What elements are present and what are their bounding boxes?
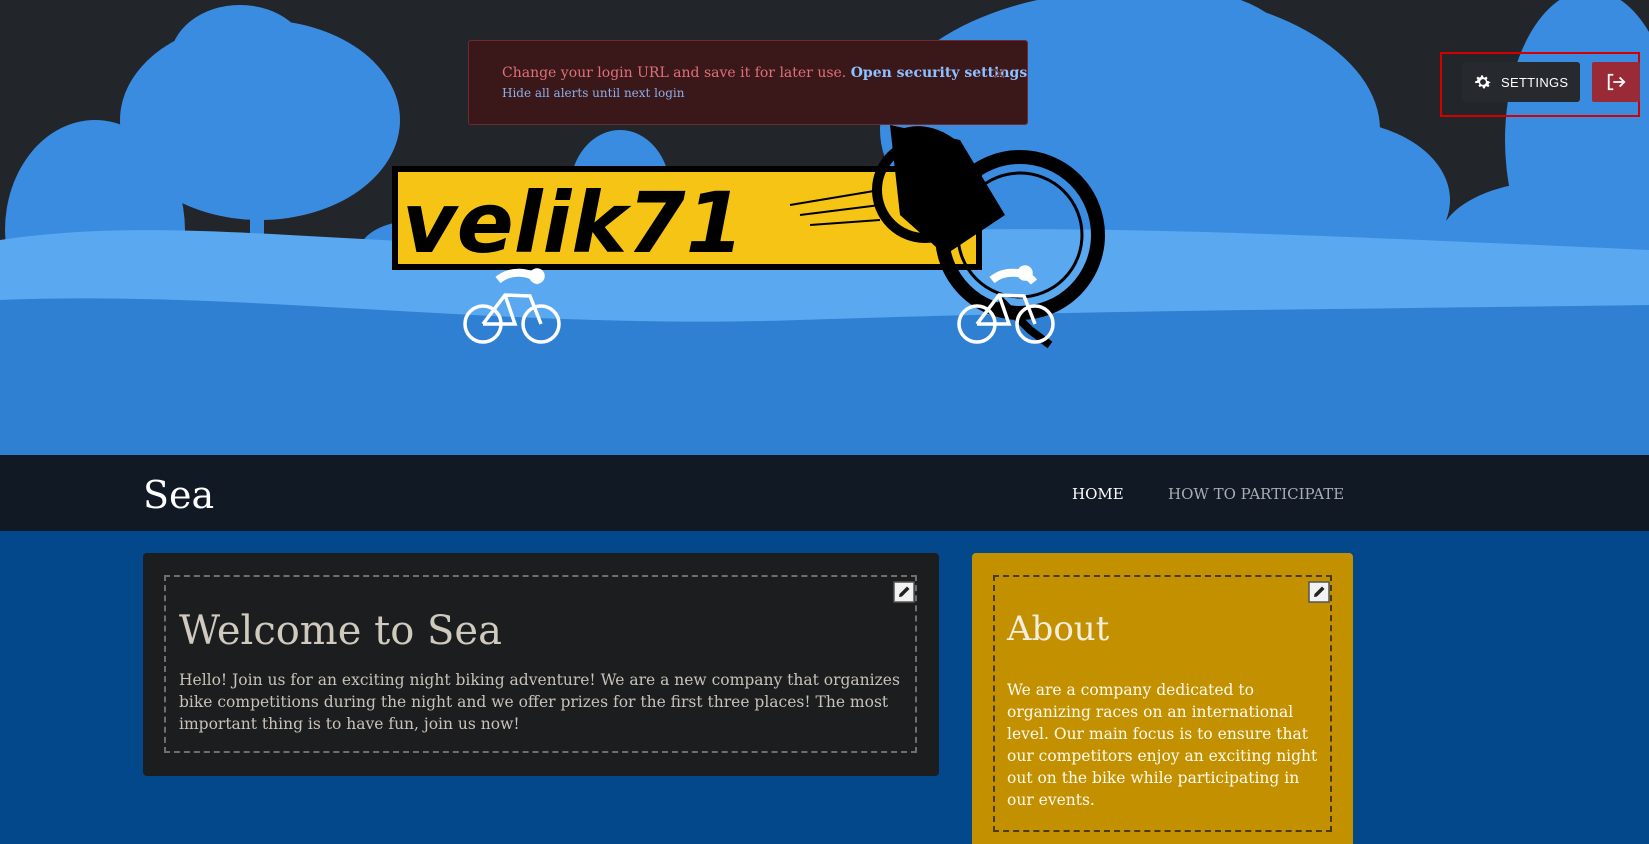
welcome-editable-region[interactable]: Welcome to Sea Hello! Join us for an exc… (164, 575, 917, 753)
top-right-controls: SETTINGS (1440, 52, 1640, 117)
about-card: About We are a company dedicated to orga… (972, 553, 1353, 844)
velik71-logo: velik71 (392, 166, 982, 272)
edit-icon[interactable] (1308, 581, 1330, 603)
site-navbar: Sea HOME HOW TO PARTICIPATE (0, 455, 1649, 531)
security-alert: Change your login URL and save it for la… (468, 40, 1028, 125)
settings-button[interactable]: SETTINGS (1462, 62, 1580, 102)
logout-button[interactable] (1592, 62, 1640, 102)
nav-item-how-to-participate[interactable]: HOW TO PARTICIPATE (1168, 485, 1344, 503)
logo-text: velik71 (402, 174, 744, 272)
alert-close-icon[interactable]: × (992, 63, 1007, 84)
about-text: We are a company dedicated to organizing… (1007, 681, 1318, 809)
hide-alerts-link[interactable]: Hide all alerts until next login (502, 86, 997, 100)
site-title[interactable]: Sea (143, 473, 214, 517)
edit-icon[interactable] (893, 581, 915, 603)
welcome-title: Welcome to Sea (179, 608, 502, 654)
nav-item-home[interactable]: HOME (1072, 485, 1124, 503)
about-title: About (1007, 609, 1110, 649)
alert-message: Change your login URL and save it for la… (502, 65, 847, 81)
logout-icon (1607, 73, 1626, 91)
welcome-card: Welcome to Sea Hello! Join us for an exc… (143, 553, 939, 776)
gear-icon (1475, 75, 1491, 89)
settings-label: SETTINGS (1501, 74, 1569, 90)
alert-message-line: Change your login URL and save it for la… (502, 64, 1027, 82)
about-editable-region[interactable]: About We are a company dedicated to orga… (993, 575, 1332, 832)
welcome-text: Hello! Join us for an exciting night bik… (179, 671, 900, 733)
